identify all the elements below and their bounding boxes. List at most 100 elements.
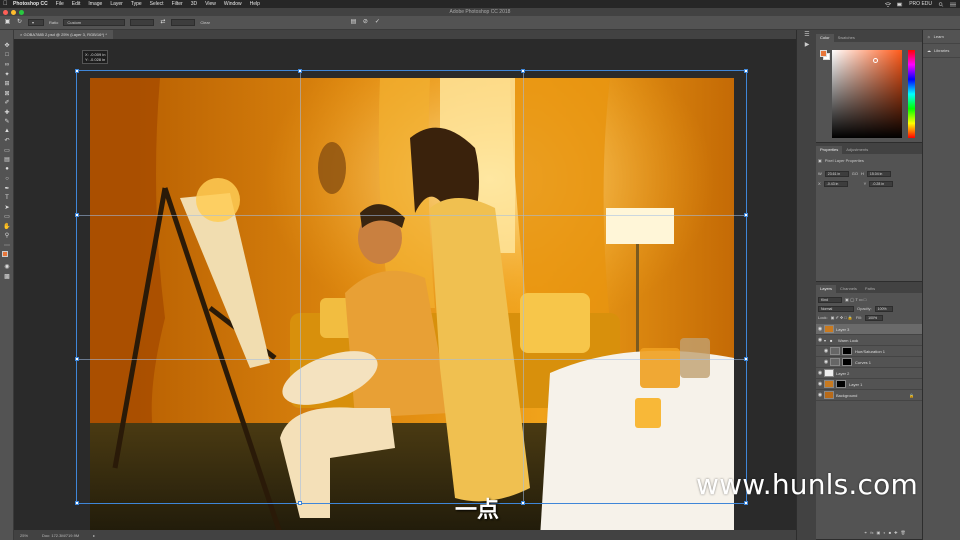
frame-tool-icon[interactable]: ⊠ (0, 89, 14, 99)
transform-handle-right[interactable] (744, 356, 748, 361)
foreground-color-swatch[interactable] (2, 251, 8, 257)
preset-dropdown[interactable]: ▾ (28, 19, 44, 26)
visibility-eye-icon[interactable]: ◉ (822, 348, 830, 354)
layer-name[interactable]: Layer 2 (836, 371, 849, 376)
ratio-height-input[interactable] (171, 19, 196, 26)
cancel-transform-icon[interactable]: ⊘ (362, 19, 369, 26)
blur-tool-icon[interactable]: ● (0, 165, 14, 175)
status-menu-icon[interactable]: ▸ (93, 533, 95, 538)
search-icon[interactable] (938, 1, 944, 7)
new-adjustment-icon[interactable]: ◐ (883, 530, 885, 535)
visibility-eye-icon[interactable]: ◉ (816, 337, 824, 343)
transform-handle-bottom-left[interactable] (75, 501, 79, 505)
tab-adjustments[interactable]: Adjustments (842, 146, 872, 154)
visibility-eye-icon[interactable]: ◉ (816, 370, 824, 376)
dodge-tool-icon[interactable]: ○ (0, 174, 14, 184)
menu-window[interactable]: Window (224, 1, 242, 7)
more-tools-icon[interactable]: ⋯ (0, 241, 14, 251)
layer-name[interactable]: Hue/Saturation 1 (855, 349, 885, 354)
layer-row[interactable]: ◉ Background 🔒 (816, 390, 922, 401)
menu-image[interactable]: Image (88, 1, 102, 7)
opacity-input[interactable]: 100% (874, 305, 893, 312)
transform-handle-top[interactable] (297, 69, 302, 73)
layer-row[interactable]: ◉ Hue/Saturation 1 (816, 346, 922, 357)
color-swatches-icon[interactable] (0, 250, 14, 262)
commit-transform-icon[interactable]: ✓ (374, 19, 381, 26)
gradient-tool-icon[interactable]: ▤ (0, 155, 14, 165)
delete-layer-icon[interactable]: 🗑 (900, 530, 905, 535)
layer-name[interactable]: Background (836, 393, 857, 398)
zoom-level[interactable]: 25% (20, 533, 28, 538)
menu-help[interactable]: Help (250, 1, 260, 7)
menu-3d[interactable]: 3D (191, 1, 197, 7)
fill-input[interactable]: 100% (865, 314, 884, 321)
eyedropper-tool-icon[interactable]: ✐ (0, 98, 14, 108)
canvas-area[interactable]: X: -0.009 in Y: -0.028 in (14, 39, 796, 538)
transform-handle-left[interactable] (75, 212, 79, 217)
transform-handle-left[interactable] (75, 356, 79, 361)
ratio-select[interactable]: Custom (63, 19, 126, 26)
zoom-window-button[interactable] (19, 9, 24, 15)
learn-panel-button[interactable]: ☼ Learn (923, 30, 960, 44)
layer-name[interactable]: Curves 1 (855, 360, 871, 365)
marquee-tool-icon[interactable]: □ (0, 51, 14, 61)
add-mask-icon[interactable]: ▣ (876, 530, 880, 535)
layer-filter-kind[interactable]: Kind (818, 296, 842, 303)
transform-handle-top-left[interactable] (75, 69, 79, 73)
menu-edit[interactable]: Edit (72, 1, 81, 7)
clear-label[interactable]: Clear (200, 20, 210, 25)
type-tool-icon[interactable]: T (0, 193, 14, 203)
layer-row[interactable]: ◉ Layer 1 (816, 379, 922, 390)
new-layer-icon[interactable]: ✚ (894, 530, 897, 535)
ratio-width-input[interactable] (130, 19, 155, 26)
transform-handle-bottom[interactable] (297, 501, 302, 505)
close-window-button[interactable] (3, 9, 8, 15)
pen-tool-icon[interactable]: ✒ (0, 184, 14, 194)
actions-icon[interactable]: ▶ (797, 40, 817, 50)
layer-row[interactable]: ◉ Layer 2 (816, 368, 922, 379)
brush-tool-icon[interactable]: ✎ (0, 117, 14, 127)
visibility-eye-icon[interactable]: ◉ (816, 326, 824, 332)
transform-handle-right[interactable] (744, 212, 748, 217)
foreground-color-chip[interactable] (820, 50, 827, 57)
wifi-icon[interactable] (885, 1, 892, 7)
menu-select[interactable]: Select (150, 1, 164, 7)
menu-list-icon[interactable] (950, 2, 956, 7)
shape-tool-icon[interactable]: ▭ (0, 212, 14, 222)
link-label[interactable]: GO (852, 171, 858, 176)
document-tab[interactable]: × GOBA7885 2.psd @ 25% (Layer 3, RGB/16*… (14, 30, 113, 39)
color-picker-ring[interactable] (873, 58, 878, 63)
visibility-eye-icon[interactable]: ◉ (816, 381, 824, 387)
menu-file[interactable]: File (56, 1, 64, 7)
path-select-tool-icon[interactable]: ➤ (0, 203, 14, 213)
transform-handle-top-right[interactable] (744, 69, 748, 73)
menubar-user-label[interactable]: PRO EDU (909, 1, 932, 7)
filter-icons[interactable]: ▣ ◯ T ▭ □ (845, 297, 866, 302)
lock-icons[interactable]: ▣ ✐ ✥ □ 🔒 (831, 315, 853, 320)
zoom-tool-icon[interactable]: ⚲ (0, 231, 14, 241)
fx-icon[interactable]: fx (870, 530, 873, 535)
battery-icon[interactable] (897, 2, 903, 7)
screen-mode-icon[interactable]: ▩ (0, 272, 14, 282)
crop-tool-icon[interactable]: ⊞ (0, 79, 14, 89)
visibility-eye-icon[interactable]: ◉ (822, 359, 830, 365)
transform-handle-top[interactable] (520, 69, 525, 73)
lasso-tool-icon[interactable]: ∞ (0, 60, 14, 70)
reset-icon[interactable]: ↻ (16, 19, 23, 26)
minimize-window-button[interactable] (11, 9, 16, 15)
layer-name[interactable]: Layer 3 (836, 327, 849, 332)
new-group-icon[interactable]: ■ (889, 530, 891, 535)
move-tool-icon[interactable]: ✥ (0, 41, 14, 51)
hue-slider[interactable] (908, 50, 915, 138)
layer-name[interactable]: Warm Look (838, 338, 858, 343)
stamp-tool-icon[interactable]: ▲ (0, 127, 14, 137)
menu-layer[interactable]: Layer (110, 1, 123, 7)
libraries-panel-button[interactable]: ☁ Libraries (923, 44, 960, 58)
menu-filter[interactable]: Filter (172, 1, 183, 7)
tab-color[interactable]: Color (816, 34, 834, 42)
tab-channels[interactable]: Channels (836, 285, 861, 293)
x-input[interactable]: -0.43 in (823, 180, 848, 187)
layer-group-row[interactable]: ◉ ▾ ■ Warm Look (816, 335, 922, 346)
quick-select-tool-icon[interactable]: ✦ (0, 70, 14, 80)
layer-row[interactable]: ◉ Layer 3 (816, 324, 922, 335)
